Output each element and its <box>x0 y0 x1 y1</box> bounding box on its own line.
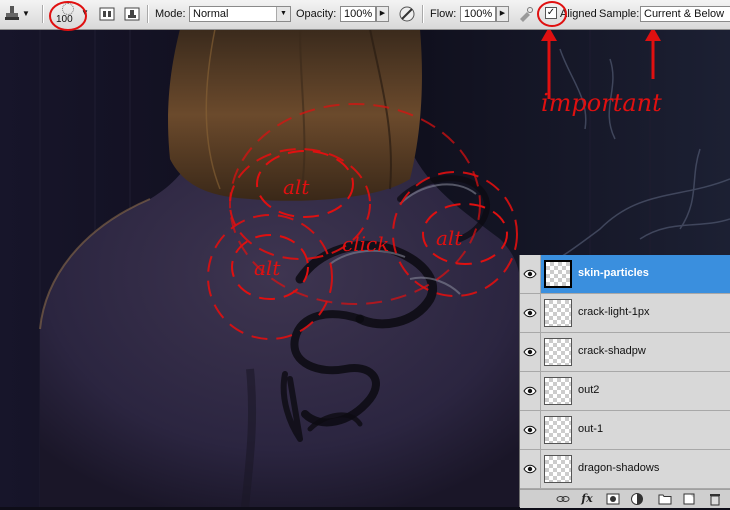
link-layers-icon[interactable] <box>556 492 570 506</box>
annotation-brush-circle <box>49 1 87 31</box>
layer-row[interactable]: crack-light-1px <box>520 294 730 333</box>
opacity-input[interactable]: 100% <box>340 6 376 22</box>
opacity-value: 100% <box>344 8 373 20</box>
trash-icon[interactable] <box>708 492 722 506</box>
new-group-icon[interactable] <box>658 492 672 506</box>
flow-value: 100% <box>464 8 493 20</box>
layer-visibility-toggle[interactable] <box>520 372 541 410</box>
clone-source-panel-icon[interactable] <box>98 5 116 23</box>
separator <box>42 5 44 23</box>
layer-thumbnail <box>544 338 572 366</box>
layer-name: crack-light-1px <box>578 306 650 318</box>
sample-layers-icon[interactable] <box>123 5 141 23</box>
layer-name: out-1 <box>578 423 604 435</box>
layers-panel-footer: fx <box>520 489 730 508</box>
mode-value: Normal <box>193 8 229 20</box>
annotation-alt-2: alt <box>254 256 281 280</box>
separator <box>422 5 424 23</box>
adjustment-layer-icon[interactable] <box>630 492 644 506</box>
flow-label: Flow: <box>430 8 457 20</box>
annotation-alt-1: alt <box>283 175 310 199</box>
options-bar: ▼ 100 ▼ Mode: Normal ▼ Opacity: 100% ▶ F… <box>0 0 730 31</box>
separator <box>147 5 149 23</box>
layer-row[interactable]: out2 <box>520 372 730 411</box>
eye-icon <box>523 308 537 318</box>
eye-icon <box>523 269 537 279</box>
opacity-label: Opacity: <box>296 8 337 20</box>
eye-icon <box>523 386 537 396</box>
layers-panel: skin-particles crack-light-1px crack-shadp… <box>519 255 730 508</box>
layer-name: out2 <box>578 384 600 396</box>
clone-stamp-icon[interactable] <box>3 5 21 23</box>
layer-row[interactable]: skin-particles <box>520 255 730 294</box>
sample-label: Sample: <box>599 8 640 20</box>
layer-visibility-toggle[interactable] <box>520 294 541 332</box>
layer-thumbnail <box>544 455 572 483</box>
chevron-down-icon: ▼ <box>276 7 290 21</box>
eye-icon <box>523 425 537 435</box>
eye-icon <box>523 464 537 474</box>
layer-visibility-toggle[interactable] <box>520 255 541 293</box>
annotation-click: click <box>342 232 389 256</box>
mode-select[interactable]: Normal ▼ <box>189 6 291 22</box>
sample-value: Current & Below <box>644 8 725 20</box>
layer-visibility-toggle[interactable] <box>520 450 541 488</box>
layer-thumbnail <box>544 416 572 444</box>
fx-icon[interactable]: fx <box>580 492 594 506</box>
layer-name: dragon-shadows <box>578 462 660 474</box>
layer-thumbnail <box>544 260 572 288</box>
layer-mask-icon[interactable] <box>606 492 620 506</box>
tool-preset-arrow-icon[interactable]: ▼ <box>22 5 32 23</box>
layer-visibility-toggle[interactable] <box>520 411 541 449</box>
sample-select[interactable]: Current & Below <box>640 6 730 22</box>
new-layer-icon[interactable] <box>682 492 696 506</box>
opacity-slider-button[interactable]: ▶ <box>376 6 389 22</box>
layer-visibility-toggle[interactable] <box>520 333 541 371</box>
eye-icon <box>523 347 537 357</box>
layer-row[interactable]: out-1 <box>520 411 730 450</box>
annotation-aligned-circle <box>537 1 567 27</box>
annotation-alt-3: alt <box>436 226 463 250</box>
flow-slider-button[interactable]: ▶ <box>496 6 509 22</box>
airbrush-icon[interactable] <box>517 5 535 23</box>
layer-row[interactable]: crack-shadpw <box>520 333 730 372</box>
tablet-pressure-opacity-icon[interactable] <box>398 5 416 23</box>
flow-input[interactable]: 100% <box>460 6 496 22</box>
layer-name: skin-particles <box>578 267 649 279</box>
layer-thumbnail <box>544 377 572 405</box>
layer-thumbnail <box>544 299 572 327</box>
annotation-important: important <box>541 89 662 117</box>
mode-label: Mode: <box>155 8 186 20</box>
layer-row[interactable]: dragon-shadows <box>520 450 730 489</box>
layer-name: crack-shadpw <box>578 345 646 357</box>
